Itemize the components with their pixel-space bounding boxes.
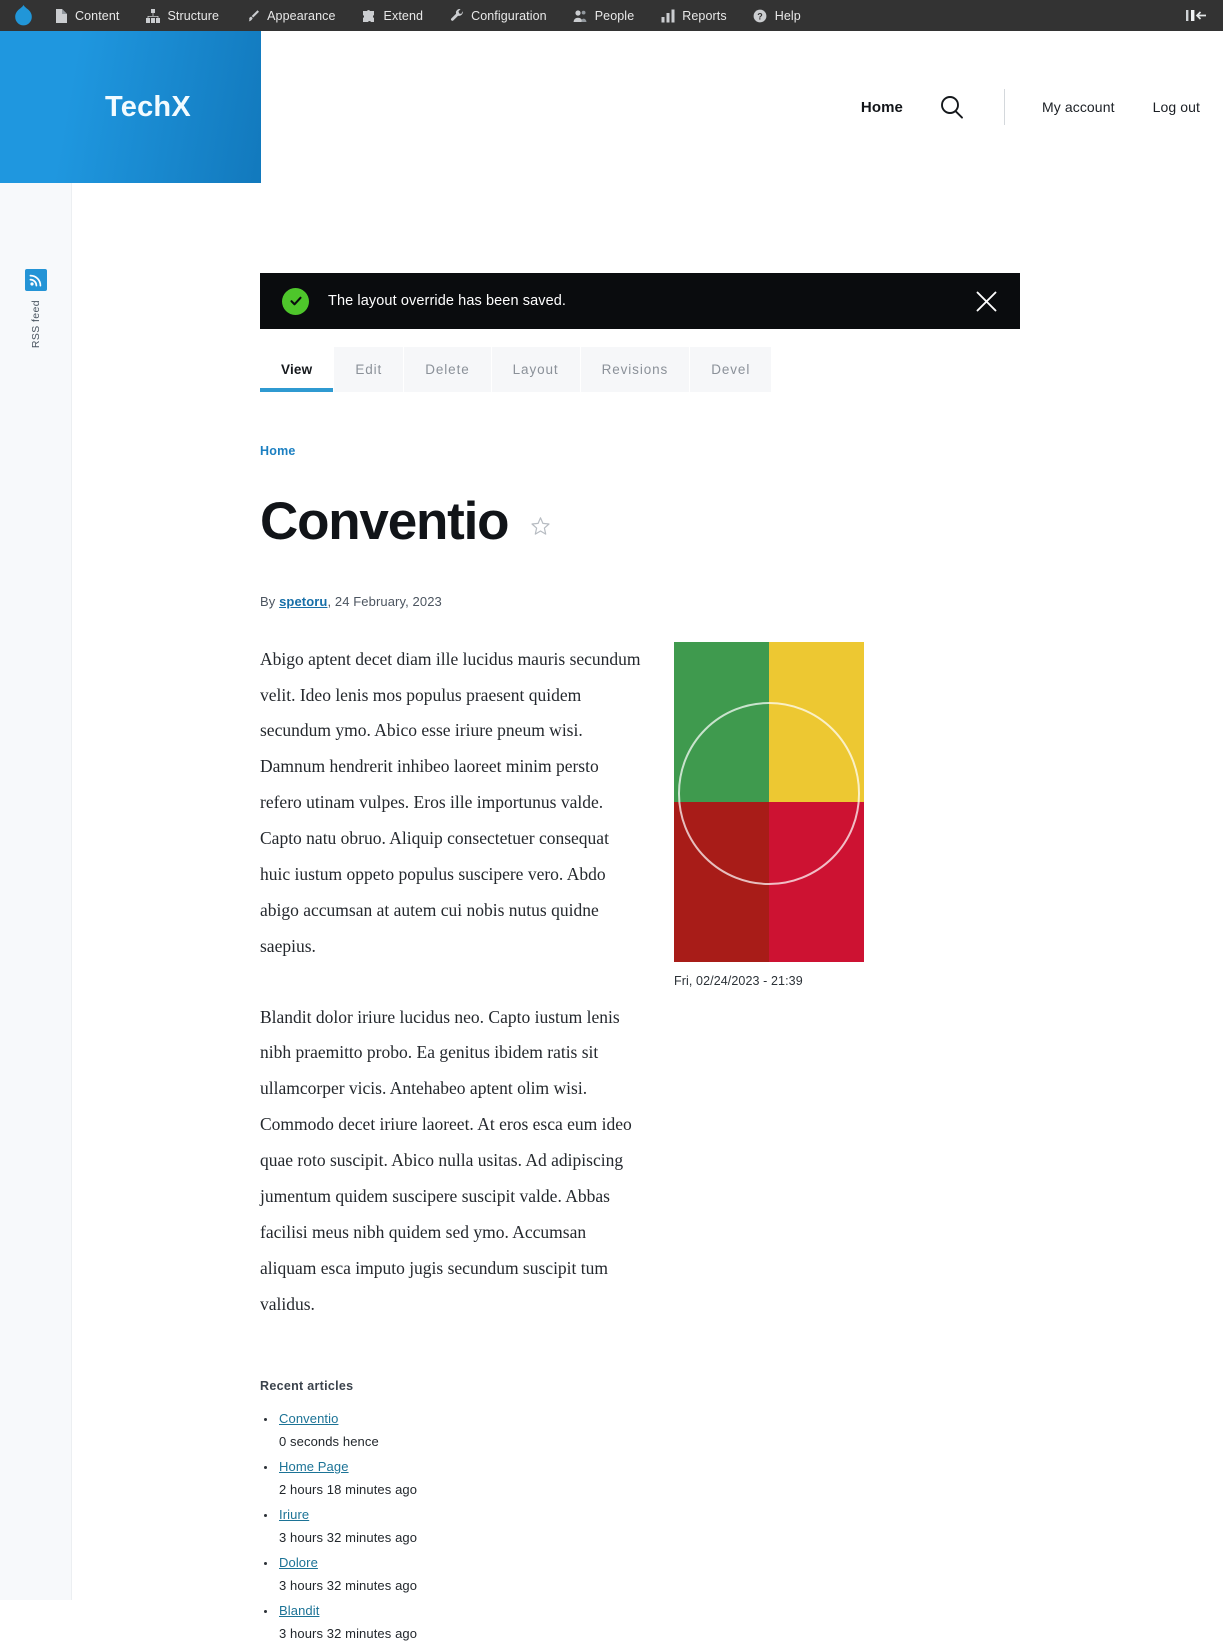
image-quadrant-bottom-right [769,801,864,962]
list-item: Conventio 0 seconds hence [260,1410,680,1449]
tab-label: Devel [711,362,751,377]
figure-caption: Fri, 02/24/2023 - 21:39 [674,973,803,988]
star-outline-icon[interactable] [530,516,551,537]
sitemap-icon [145,8,160,23]
drupal-logo-icon[interactable] [6,0,40,31]
list-item: Blandit 3 hours 32 minutes ago [260,1602,680,1641]
tab-view[interactable]: View [260,347,335,392]
close-icon[interactable] [973,288,999,314]
main-content: The layout override has been saved. View… [0,273,1223,1641]
rss-feed-block[interactable]: RSS feed [24,269,48,348]
toolbar-item-appearance[interactable]: Appearance [232,0,348,31]
image-quadrant-top-right [769,641,864,802]
tab-devel[interactable]: Devel [690,347,773,392]
page-body: RSS feed TechX Home My account Log out T… [0,31,1223,1642]
recent-articles-block: Recent articles Conventio 0 seconds henc… [260,1379,680,1641]
toolbar-item-label: Configuration [471,8,547,23]
tab-label: Revisions [601,362,669,377]
page-title: Conventio [260,492,510,551]
toolbar-item-people[interactable]: People [560,0,648,31]
recent-articles-title: Recent articles [260,1379,354,1394]
toolbar-item-reports[interactable]: Reports [647,0,739,31]
byline-prefix: By [260,593,280,609]
admin-toolbar-items: Content Structure Appearance Extend Conf [40,0,814,31]
recent-article-link[interactable]: Dolore [279,1555,318,1570]
tab-layout[interactable]: Layout [491,347,581,392]
toolbar-item-label: Structure [167,8,220,23]
site-header: TechX Home My account Log out [0,31,1223,183]
byline: By spetoru, 24 February, 2023 [260,594,1020,609]
image-quadrant-bottom-left [674,801,769,962]
tab-label: View [281,362,313,377]
tab-label: Layout [512,362,559,377]
toolbar-item-label: Help [774,8,801,23]
breadcrumb[interactable]: Home [260,444,1020,458]
rss-feed-icon [25,269,47,291]
recent-article-time: 3 hours 32 minutes ago [279,1626,418,1642]
toolbar-item-label: Extend [383,8,424,23]
left-rail [0,31,72,1600]
article-paragraph: Abigo aptent decet diam ille lucidus mau… [260,648,641,956]
toolbar-item-label: Content [75,8,120,23]
toolbar-item-extend[interactable]: Extend [349,0,437,31]
tab-revisions[interactable]: Revisions [580,347,691,392]
file-icon [53,8,68,23]
recent-article-time: 3 hours 32 minutes ago [279,1530,418,1546]
toolbar-item-content[interactable]: Content [40,0,132,31]
recent-article-link[interactable]: Home Page [279,1459,349,1474]
brand-text: TechX [105,90,191,123]
toolbar-item-label: People [594,8,635,23]
nav-item-log-out[interactable]: Log out [1153,99,1200,115]
node-tabs: View Edit Delete Layout Revisions Devel [260,347,1020,392]
recent-articles-list: Conventio 0 seconds hence Home Page 2 ho… [260,1410,680,1641]
rss-feed-label: RSS feed [30,300,42,349]
toolbar-item-label: Appearance [267,8,336,23]
tab-label: Edit [355,362,383,377]
recent-article-link[interactable]: Iriure [279,1507,309,1522]
primary-nav: Home My account Log out [861,31,1200,183]
list-item: Home Page 2 hours 18 minutes ago [260,1458,680,1497]
status-message-text: The layout override has been saved. [328,293,567,309]
list-item: Iriure 3 hours 32 minutes ago [260,1506,680,1545]
success-check-icon [282,287,309,315]
site-brand[interactable]: TechX [0,31,261,183]
toolbar-item-structure[interactable]: Structure [132,0,232,31]
puzzle-icon [362,8,377,23]
toolbar-item-label: Reports [682,8,727,23]
toolbar-item-configuration[interactable]: Configuration [436,0,560,31]
article-body: Abigo aptent decet diam ille lucidus mau… [260,642,642,1323]
people-icon [573,8,588,23]
nav-item-home[interactable]: Home [861,99,903,116]
recent-article-link[interactable]: Conventio [279,1411,338,1426]
bar-chart-icon [660,8,675,23]
image-quadrant-top-left [674,641,769,802]
status-message: The layout override has been saved. [260,273,1020,329]
article-figure: Fri, 02/24/2023 - 21:39 [674,641,864,988]
svg-text:?: ? [757,11,763,21]
search-icon[interactable] [939,94,965,120]
article-image [674,641,864,962]
page-title-row: Conventio [260,494,1020,550]
toolbar-collapse-icon[interactable] [1179,0,1213,31]
toolbar-item-help[interactable]: ? Help [740,0,814,31]
wrench-icon [449,8,464,23]
tab-edit[interactable]: Edit [334,347,405,392]
question-circle-icon: ? [753,8,768,23]
tab-delete[interactable]: Delete [404,347,492,392]
recent-article-time: 0 seconds hence [279,1434,379,1450]
list-item: Dolore 3 hours 32 minutes ago [260,1554,680,1593]
article-paragraph: Blandit dolor iriure lucidus neo. Capto … [260,1006,632,1314]
recent-article-link[interactable]: Blandit [279,1603,319,1618]
tab-label: Delete [425,362,470,377]
author-link[interactable]: spetoru [279,594,327,609]
recent-article-time: 2 hours 18 minutes ago [279,1482,418,1498]
paintbrush-icon [245,8,260,23]
recent-article-time: 3 hours 32 minutes ago [279,1578,418,1594]
nav-divider [1003,89,1005,125]
byline-date: , 24 February, 2023 [327,593,442,609]
nav-item-my-account[interactable]: My account [1042,99,1115,115]
article-wrapper: Abigo aptent decet diam ille lucidus mau… [260,641,1020,1323]
admin-toolbar: Content Structure Appearance Extend Conf [0,0,1223,31]
